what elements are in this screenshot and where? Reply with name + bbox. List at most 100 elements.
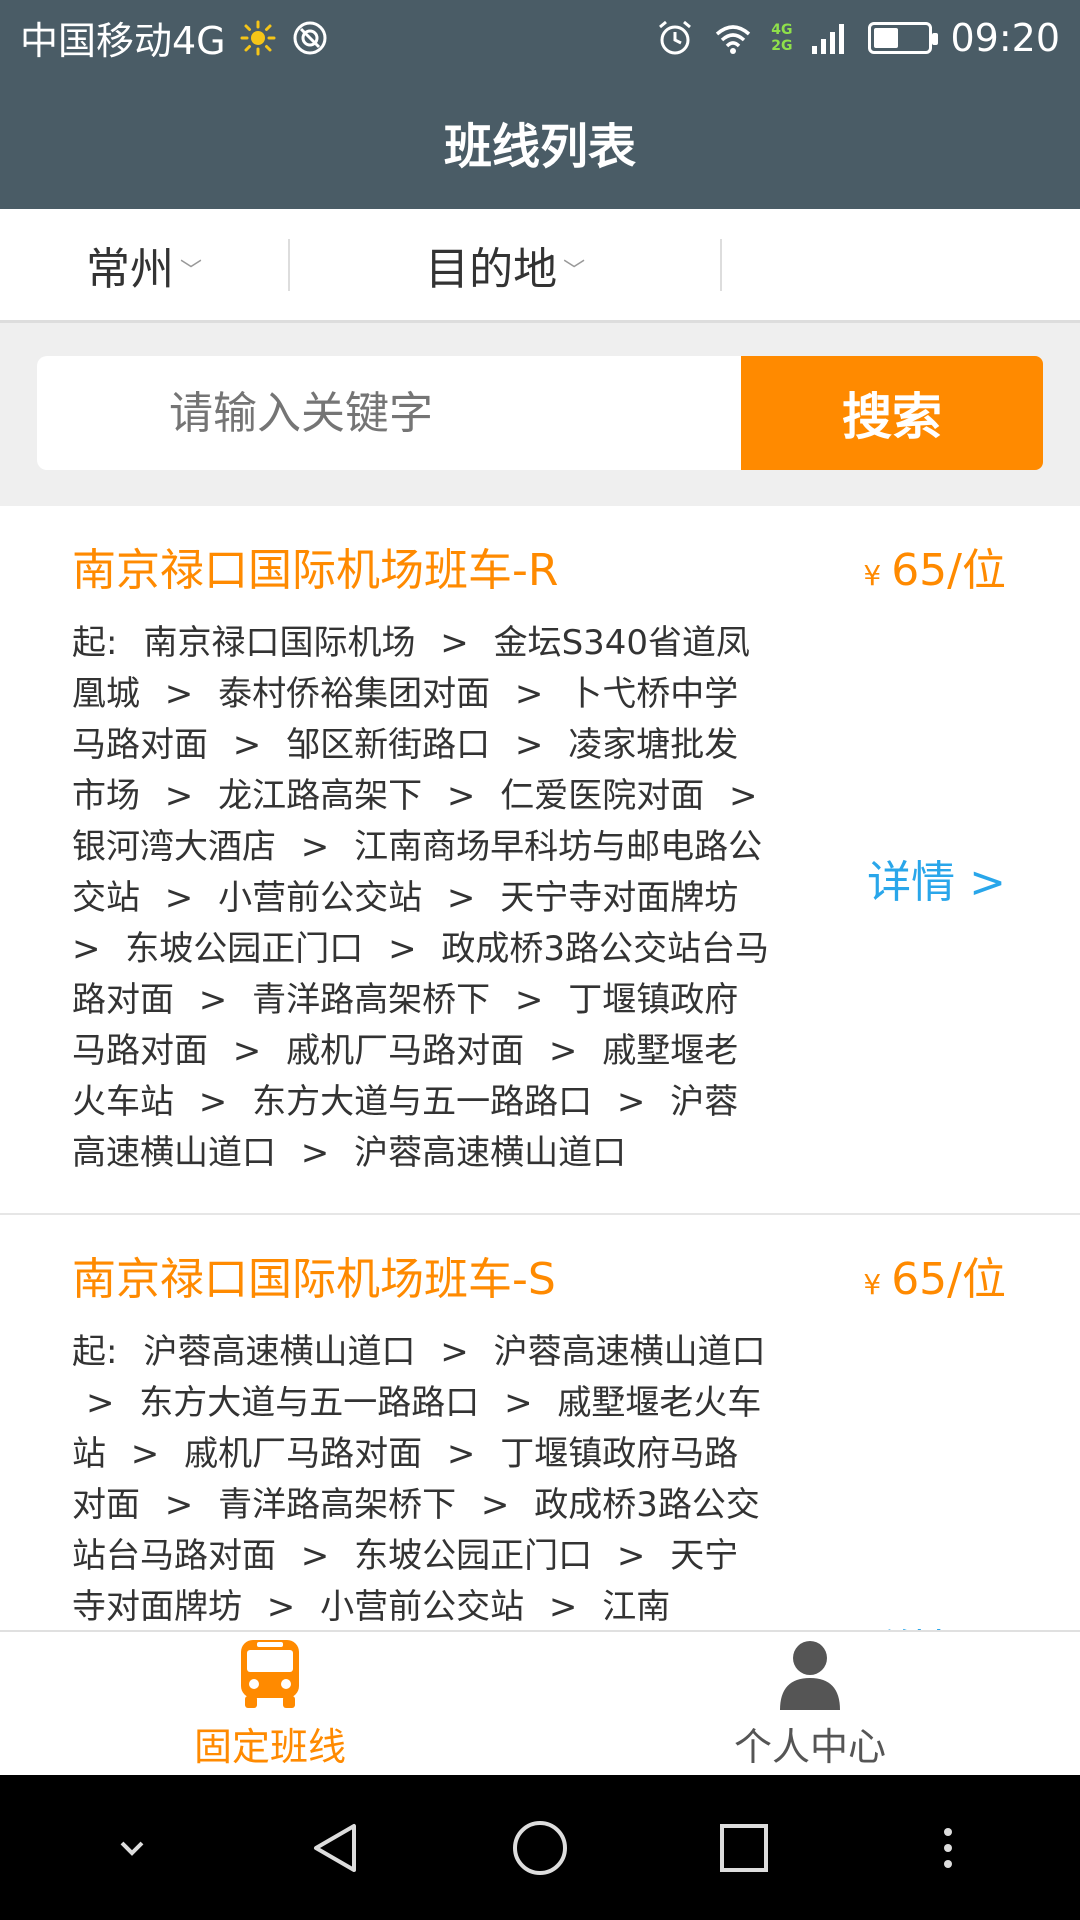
net-top-label: 4G [771, 21, 793, 38]
stop-name: 东坡公园正门口 [125, 929, 364, 969]
stop-separator: > [188, 980, 239, 1020]
bus-icon [241, 1640, 299, 1708]
stop-separator: > [154, 1485, 205, 1525]
chevron-down-icon: ﹀ [563, 258, 586, 284]
stop-separator: > [470, 1485, 521, 1525]
origin-label: 常州 [85, 243, 174, 295]
start-label: 起: [72, 1332, 118, 1372]
stop-name: 青洋路高架桥下 [218, 1485, 457, 1525]
currency-symbol: ¥ [863, 559, 882, 592]
stop-separator: > [493, 1383, 544, 1423]
route-price: ¥65/位 [863, 536, 1006, 611]
signal-icon [812, 23, 845, 54]
vpn-icon [293, 21, 327, 54]
stop-name: 银河湾大酒店 [72, 827, 276, 867]
status-left: 中国移动4G [20, 10, 330, 65]
start-label: 起: [72, 623, 118, 663]
battery-icon [868, 21, 939, 54]
divider [720, 238, 723, 291]
stop-separator: > [86, 1383, 126, 1423]
more-icon[interactable] [918, 1818, 978, 1878]
route-detail-link[interactable]: 详情 > [867, 1615, 1006, 1630]
stop-name: 沪蓉高速横山道口 [143, 1332, 416, 1372]
bottom-tab-bar: 固定班线 个人中心 [0, 1630, 1080, 1775]
stop-name: 沪蓉高速横山道口 [493, 1332, 766, 1372]
stop-name: 青洋路高架桥下 [252, 980, 491, 1020]
route-list[interactable]: 南京禄口国际机场班车-R ¥65/位 起: 南京禄口国际机场 > 金坛S340省道凤凰… [0, 506, 1080, 1630]
tab-label: 固定班线 [193, 1725, 346, 1769]
chevron-down-icon: ﹀ [179, 258, 202, 284]
stop-separator: > [154, 878, 205, 918]
net-bottom-label: 2G [771, 37, 793, 54]
stop-separator: > [188, 1082, 239, 1122]
stop-separator: > [504, 674, 555, 714]
recents-icon[interactable] [714, 1818, 774, 1878]
stop-separator: > [256, 1587, 307, 1627]
stop-separator: > [429, 1332, 480, 1372]
filter-bar: 常州 ﹀ 目的地 ﹀ [0, 209, 1080, 323]
stop-name: 戚机厂马路对面 [184, 1434, 423, 1474]
stop-name: 泰村侨裕集团对面 [218, 674, 491, 714]
clock: 09:20 [950, 15, 1060, 60]
stop-name: 仁爱医院对面 [500, 776, 705, 816]
stop-separator: > [606, 1082, 657, 1122]
user-icon [780, 1641, 840, 1710]
chevron-down-icon[interactable] [102, 1818, 162, 1878]
stop-name: 南京禄口国际机场 [143, 623, 416, 663]
route-card[interactable]: 南京禄口国际机场班车-S ¥65/位 起: 沪蓉高速横山道口 > 沪蓉高速横山道口 >… [0, 1215, 1080, 1630]
stop-separator: > [154, 776, 205, 816]
price-value: 65/位 [891, 545, 1006, 596]
stop-name: 小营前公交站 [218, 878, 423, 918]
search-area: 搜索 [0, 326, 1080, 506]
stop-name: 天宁寺对面牌坊 [500, 878, 739, 918]
search-button[interactable]: 搜索 [741, 356, 1043, 470]
stop-name: 东方大道与五一路路口 [139, 1383, 480, 1423]
stop-separator: > [606, 1536, 657, 1576]
destination-label: 目的地 [425, 243, 558, 295]
stop-name: 江南 [602, 1587, 671, 1627]
back-icon[interactable] [306, 1818, 366, 1878]
stop-separator: > [120, 1434, 171, 1474]
stop-separator: > [538, 1031, 589, 1071]
carrier-name: 中国移动4G [20, 19, 226, 63]
sun-icon [240, 20, 276, 55]
page-title: 班线列表 [443, 119, 636, 175]
tab-personal-center[interactable]: 个人中心 [540, 1632, 1080, 1775]
currency-symbol: ¥ [863, 1268, 882, 1301]
route-stops: 起: 沪蓉高速横山道口 > 沪蓉高速横山道口 > 东方大道与五一路路口 > 戚墅堰… [72, 1327, 772, 1630]
stop-separator: > [154, 674, 205, 714]
stop-separator: > [504, 725, 555, 765]
route-price: ¥65/位 [863, 1245, 1006, 1320]
search-input[interactable] [37, 356, 741, 470]
price-value: 65/位 [891, 1254, 1006, 1305]
stop-name: 东方大道与五一路路口 [252, 1082, 593, 1122]
stop-name: 沪蓉高速横山道口 [354, 1133, 627, 1173]
stop-separator: > [504, 980, 555, 1020]
stop-separator: > [718, 776, 758, 816]
route-detail-link[interactable]: 详情 > [867, 846, 1006, 910]
battery-level [874, 27, 898, 48]
stop-separator: > [290, 1133, 341, 1173]
stop-name: 邹区新街路口 [286, 725, 491, 765]
stop-separator: > [222, 725, 273, 765]
origin-dropdown[interactable]: 常州 ﹀ [0, 233, 288, 297]
stop-separator: > [429, 623, 480, 663]
destination-dropdown[interactable]: 目的地 ﹀ [290, 233, 720, 297]
tab-label: 个人中心 [733, 1725, 886, 1769]
stop-separator: > [538, 1587, 589, 1627]
stop-separator: > [290, 827, 341, 867]
system-nav-bar [0, 1775, 1080, 1920]
stop-name: 东坡公园正门口 [354, 1536, 593, 1576]
status-bar: 中国移动4G 4G 2G 09:20 [0, 0, 1080, 75]
home-icon[interactable] [510, 1818, 570, 1878]
wifi-icon [716, 24, 751, 54]
status-right: 4G 2G 09:20 [655, 16, 1060, 60]
stop-separator: > [377, 929, 428, 969]
route-card[interactable]: 南京禄口国际机场班车-R ¥65/位 起: 南京禄口国际机场 > 金坛S340省道凤凰… [0, 506, 1080, 1215]
alarm-icon [659, 20, 692, 54]
tab-fixed-routes[interactable]: 固定班线 [0, 1632, 540, 1775]
stop-separator: > [436, 878, 487, 918]
app-header: 班线列表 [0, 75, 1080, 209]
stop-name: 戚机厂马路对面 [286, 1031, 525, 1071]
stop-separator: > [436, 776, 487, 816]
